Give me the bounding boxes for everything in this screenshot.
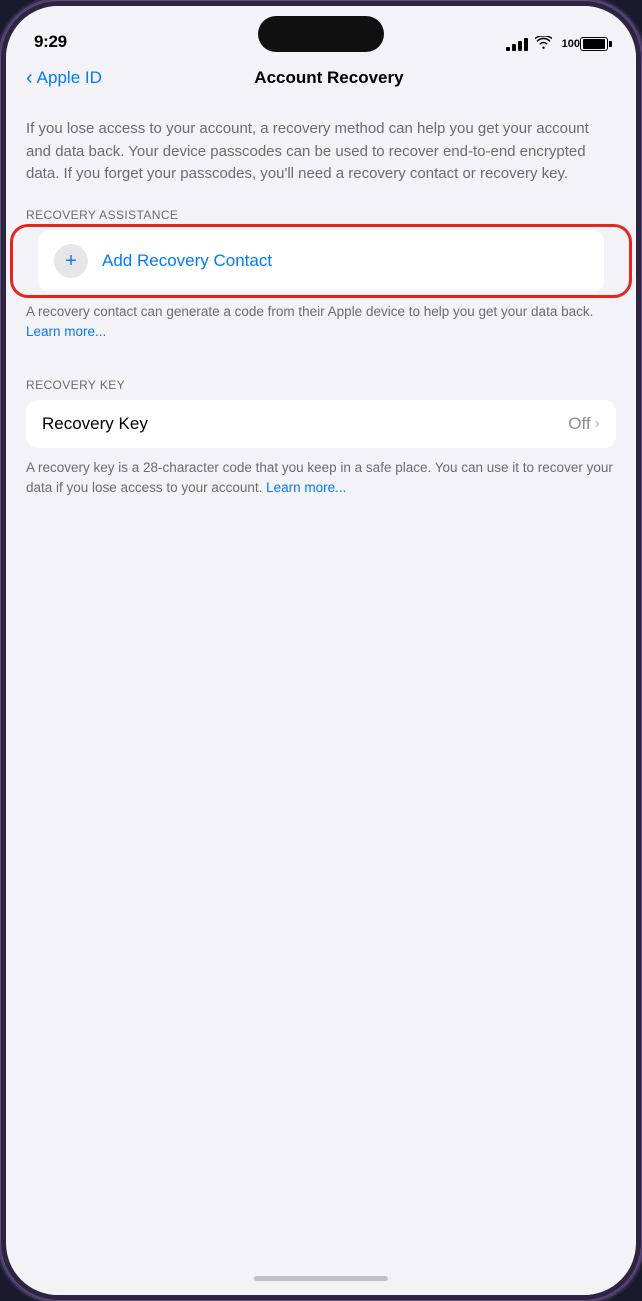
recovery-key-row[interactable]: Recovery Key Off › bbox=[26, 400, 616, 448]
recovery-assistance-footer: A recovery contact can generate a code f… bbox=[6, 292, 636, 365]
recovery-assistance-header: RECOVERY ASSISTANCE bbox=[6, 208, 636, 230]
battery-label: 100 bbox=[562, 38, 580, 50]
battery-icon bbox=[580, 37, 608, 51]
signal-icon bbox=[506, 38, 528, 51]
recovery-key-value: Off › bbox=[568, 414, 600, 434]
add-icon-circle: + bbox=[54, 244, 88, 278]
home-bar bbox=[254, 1276, 388, 1281]
recovery-key-status: Off bbox=[568, 414, 590, 434]
status-icons: 100 bbox=[506, 36, 608, 52]
plus-icon: + bbox=[65, 251, 77, 271]
page-title: Account Recovery bbox=[102, 68, 556, 88]
back-button[interactable]: ‹ Apple ID bbox=[26, 68, 102, 88]
recovery-key-learn-more[interactable]: Learn more... bbox=[266, 480, 346, 495]
home-indicator bbox=[6, 1261, 636, 1295]
recovery-assistance-footer-text: A recovery contact can generate a code f… bbox=[26, 304, 593, 319]
add-recovery-contact-label: Add Recovery Contact bbox=[102, 251, 272, 271]
back-chevron-icon: ‹ bbox=[26, 68, 33, 88]
recovery-key-footer: A recovery key is a 28-character code th… bbox=[6, 448, 636, 521]
dynamic-island bbox=[258, 16, 384, 52]
recovery-key-list: Recovery Key Off › bbox=[26, 400, 616, 448]
recovery-key-section: RECOVERY KEY Recovery Key Off › A recove… bbox=[6, 378, 636, 521]
phone-frame: 9:29 bbox=[0, 0, 642, 1301]
chevron-right-icon: › bbox=[595, 415, 600, 433]
intro-text: If you lose access to your account, a re… bbox=[6, 100, 636, 208]
recovery-key-label: Recovery Key bbox=[42, 414, 148, 434]
nav-bar: ‹ Apple ID Account Recovery bbox=[6, 60, 636, 100]
main-content: If you lose access to your account, a re… bbox=[6, 100, 636, 1261]
status-time: 9:29 bbox=[34, 32, 67, 52]
recovery-assistance-section: RECOVERY ASSISTANCE + Add Recovery Conta… bbox=[6, 208, 636, 365]
recovery-key-header: RECOVERY KEY bbox=[6, 378, 636, 400]
wifi-icon bbox=[535, 36, 552, 52]
recovery-assistance-learn-more[interactable]: Learn more... bbox=[26, 324, 106, 339]
back-label: Apple ID bbox=[37, 68, 102, 88]
add-recovery-wrapper: + Add Recovery Contact bbox=[18, 230, 624, 292]
add-recovery-list: + Add Recovery Contact bbox=[38, 230, 604, 292]
screen: 9:29 bbox=[6, 6, 636, 1295]
battery-container: 100 bbox=[559, 37, 608, 51]
status-bar: 9:29 bbox=[6, 6, 636, 60]
add-recovery-contact-button[interactable]: + Add Recovery Contact bbox=[38, 230, 604, 292]
